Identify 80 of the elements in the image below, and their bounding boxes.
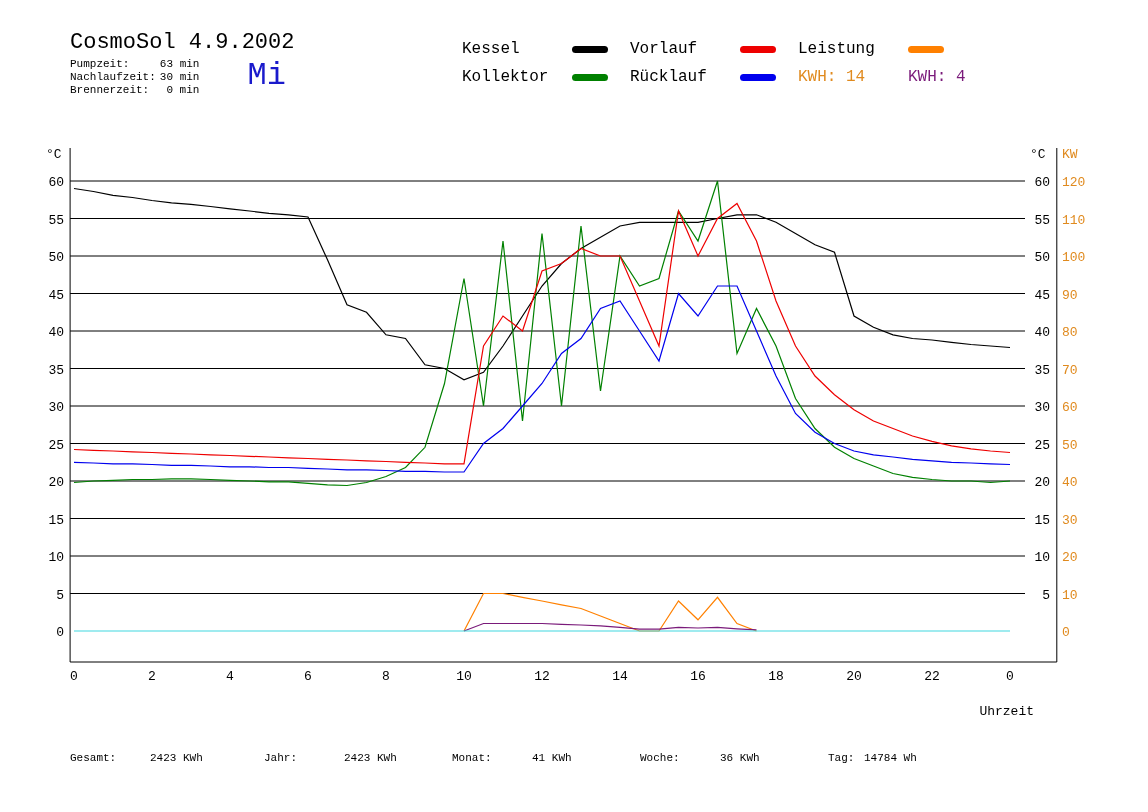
tick-label: 0 xyxy=(1006,669,1014,684)
tick-label: 5 xyxy=(1042,587,1050,603)
tick-label: 0 xyxy=(70,669,78,684)
tick-label: 40 xyxy=(1034,325,1050,340)
tick-label: 12 xyxy=(534,669,550,684)
total-label: Woche: xyxy=(640,752,681,764)
axis-unit: °C xyxy=(1030,147,1046,162)
tick-label: 10 xyxy=(1034,550,1050,565)
weekday: Mi xyxy=(247,58,287,96)
total-label: Gesamt: xyxy=(70,752,118,764)
legend-label: Kollektor xyxy=(462,68,550,87)
total-value: 36 KWh xyxy=(720,752,761,764)
tick-label: 35 xyxy=(1034,362,1050,378)
tick-label: 100 xyxy=(1062,250,1086,265)
tick-label: 0 xyxy=(56,625,64,640)
total-label: Tag: xyxy=(828,752,856,764)
tick-label: 15 xyxy=(1034,512,1050,528)
tick-label: 50 xyxy=(48,250,64,265)
tick-label: 5 xyxy=(56,587,64,603)
tick-label: 20 xyxy=(48,475,64,490)
tick-label: 4 xyxy=(226,669,234,684)
total-label: Jahr: xyxy=(264,752,298,764)
tick-label: 50 xyxy=(1034,250,1050,265)
tick-label: 110 xyxy=(1062,212,1086,228)
stat-value: 63 min xyxy=(159,58,200,71)
tick-label: 22 xyxy=(924,669,940,684)
tick-label: 10 xyxy=(456,669,472,684)
tick-label: 8 xyxy=(382,669,390,684)
legend-label: Vorlauf xyxy=(630,40,699,59)
tick-label: 2 xyxy=(148,669,156,684)
tick-label: 30 xyxy=(1034,400,1050,415)
total-value: 2423 KWh xyxy=(344,752,398,764)
tick-label: 10 xyxy=(48,550,64,565)
legend-label: Leistung xyxy=(798,40,876,59)
total-label: Monat: xyxy=(452,752,493,764)
tick-label: 20 xyxy=(1062,550,1078,565)
tick-label: 30 xyxy=(1062,512,1078,528)
energy-label: KWH: 4 xyxy=(908,68,966,87)
tick-label: 30 xyxy=(48,400,64,415)
stat-label: Pumpzeit: xyxy=(70,58,131,71)
tick-label: 45 xyxy=(48,287,64,303)
tick-label: 55 xyxy=(48,212,64,228)
tick-label: 18 xyxy=(768,669,784,684)
tick-label: 60 xyxy=(1034,175,1050,190)
app-title: CosmoSol 4.9.2002 xyxy=(70,30,296,56)
tick-label: 14 xyxy=(612,669,628,684)
tick-label: 120 xyxy=(1062,175,1086,190)
energy-label: KWH: 14 xyxy=(798,68,867,87)
tick-label: 10 xyxy=(1062,587,1078,603)
total-value: 2423 KWh xyxy=(150,752,204,764)
tick-label: 50 xyxy=(1062,437,1078,453)
tick-label: 20 xyxy=(846,669,862,684)
stat-value: 0 min xyxy=(165,84,200,97)
axis-unit: KW xyxy=(1062,147,1078,162)
tick-label: 16 xyxy=(690,669,706,684)
stat-label: Brennerzeit: xyxy=(70,84,151,97)
tick-label: 40 xyxy=(1062,475,1078,490)
axis-unit: °C xyxy=(46,147,62,162)
tick-label: 60 xyxy=(48,175,64,190)
total-value: 14784 Wh xyxy=(864,752,918,764)
total-value: 41 KWh xyxy=(532,752,573,764)
tick-label: 25 xyxy=(1034,437,1050,453)
tick-label: 90 xyxy=(1062,287,1078,303)
legend-label: Rücklauf xyxy=(630,68,708,87)
stat-value: 30 min xyxy=(159,71,200,84)
tick-label: 40 xyxy=(48,325,64,340)
tick-label: 20 xyxy=(1034,475,1050,490)
tick-label: 25 xyxy=(48,437,64,453)
tick-label: 45 xyxy=(1034,287,1050,303)
tick-label: 35 xyxy=(48,362,64,378)
tick-label: 70 xyxy=(1062,362,1078,378)
tick-label: 6 xyxy=(304,669,312,684)
tick-label: 55 xyxy=(1034,212,1050,228)
stat-label: Nachlaufzeit: xyxy=(70,71,156,84)
legend-label: Kessel xyxy=(462,40,521,59)
tick-label: 80 xyxy=(1062,325,1078,340)
tick-label: 0 xyxy=(1062,625,1070,640)
tick-label: 60 xyxy=(1062,400,1078,415)
tick-label: 15 xyxy=(48,512,64,528)
axis-title: Uhrzeit xyxy=(979,704,1034,719)
